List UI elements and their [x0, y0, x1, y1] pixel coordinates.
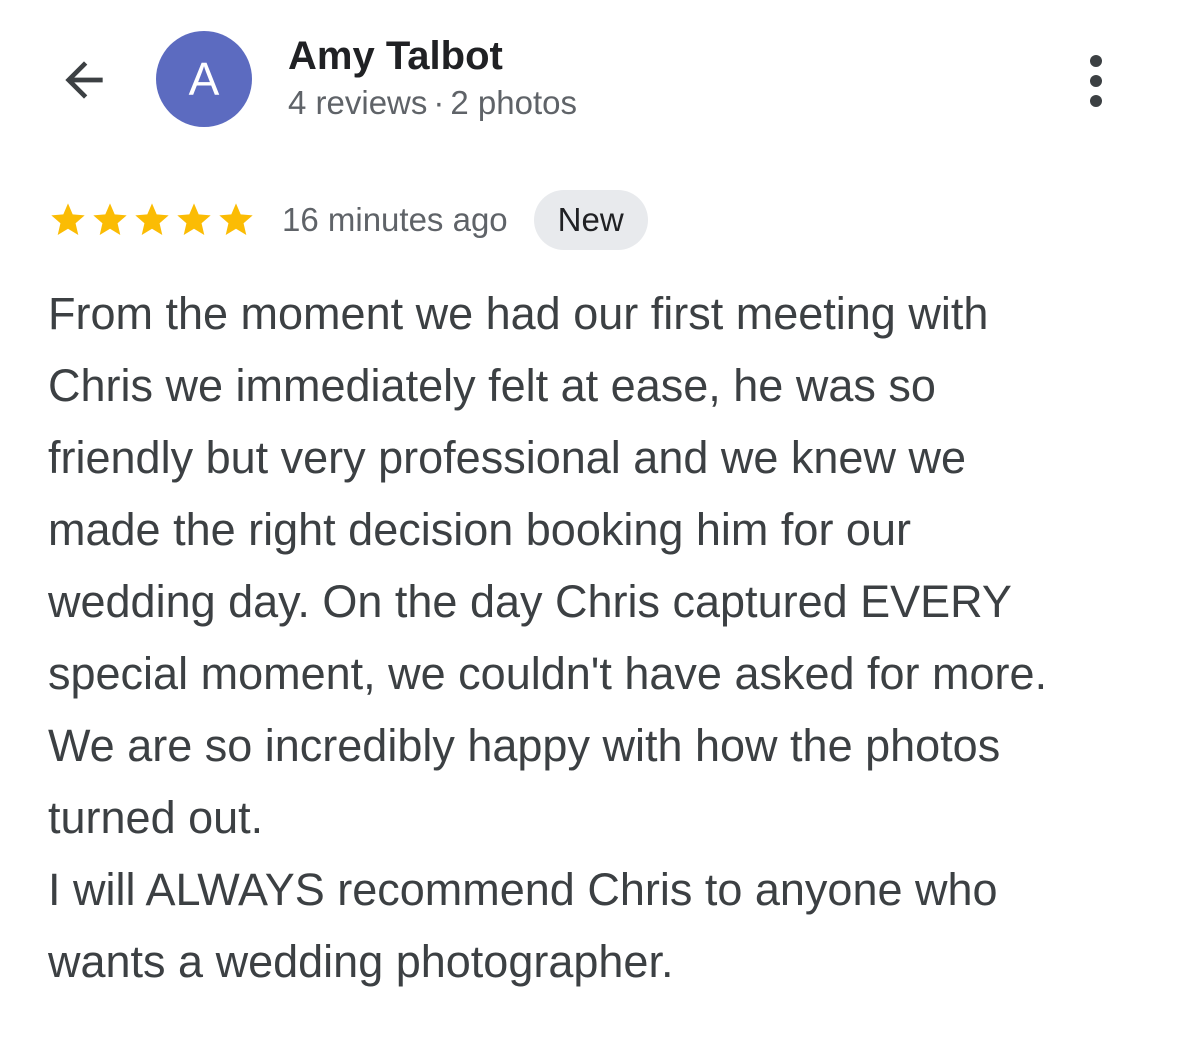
reviews-count: 4 reviews — [288, 84, 428, 121]
review-time: 16 minutes ago — [282, 201, 508, 238]
review-text-line: special moment, we couldn't have asked f… — [48, 648, 1048, 699]
review-header: A Amy Talbot 4 reviews · 2 photos — [0, 0, 1179, 150]
review-text-line: wedding day. On the day Chris captured E… — [48, 576, 1012, 627]
user-meta: 4 reviews · 2 photos — [288, 82, 577, 124]
avatar[interactable]: A — [156, 31, 252, 127]
review-text-line: wants a wedding photographer. — [48, 936, 674, 987]
star-icon — [135, 203, 169, 235]
avatar-initial: A — [188, 53, 220, 105]
star-icon — [177, 203, 211, 235]
review-text-line: made the right decision booking him for … — [48, 504, 911, 555]
arrow-back-icon — [65, 61, 103, 99]
review-text-line: turned out. — [48, 792, 264, 843]
review-text-line: friendly but very professional and we kn… — [48, 432, 966, 483]
star-icon — [51, 203, 85, 235]
photos-count: 2 photos — [450, 84, 577, 121]
new-badge: New — [533, 190, 648, 250]
more-options-button[interactable] — [1070, 46, 1122, 116]
more-vertical-icon-dot — [1090, 75, 1102, 87]
star-icon — [219, 203, 253, 235]
star-icon — [93, 203, 127, 235]
review-text-line: Chris we immediately felt at ease, he wa… — [48, 360, 936, 411]
more-vertical-icon — [1090, 55, 1102, 67]
review-text-line: From the moment we had our first meeting… — [48, 288, 989, 339]
star-rating — [48, 200, 256, 240]
rating-row: 16 minutes ago New — [48, 188, 648, 252]
review-text-line: I will ALWAYS recommend Chris to anyone … — [48, 864, 998, 915]
user-name[interactable]: Amy Talbot — [288, 32, 503, 80]
more-vertical-icon-dot — [1090, 95, 1102, 107]
back-button[interactable] — [48, 48, 120, 112]
review-text: From the moment we had our first meeting… — [48, 278, 1158, 998]
review-text-line: We are so incredibly happy with how the … — [48, 720, 1001, 771]
meta-separator: · — [433, 84, 445, 121]
